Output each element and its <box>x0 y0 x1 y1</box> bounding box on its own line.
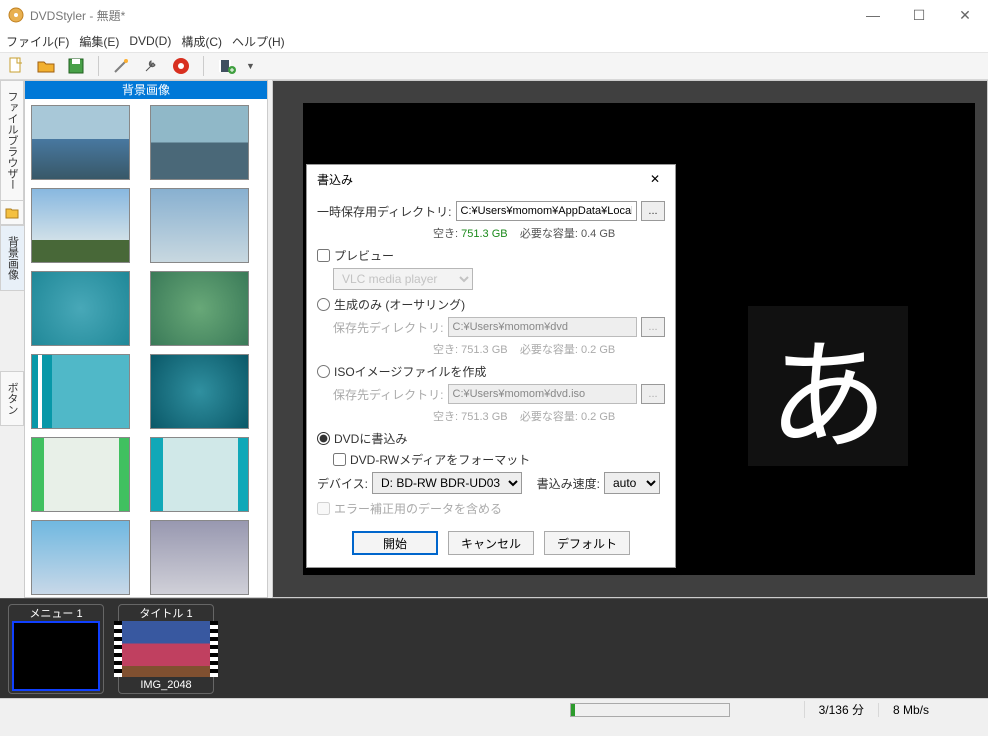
menu-file[interactable]: ファイル(F) <box>6 33 69 50</box>
bg-thumb[interactable] <box>31 520 130 595</box>
default-button[interactable]: デフォルト <box>544 531 630 555</box>
temp-dir-label: 一時保存用ディレクトリ: <box>317 203 452 220</box>
gen-dir-label: 保存先ディレクトリ: <box>333 319 444 336</box>
window-titlebar: DVDStyler - 無題* — ☐ ✕ <box>0 0 988 30</box>
ime-indicator: あ <box>748 306 908 466</box>
time-cell: 3/136 分 <box>804 701 878 718</box>
free-label: 空き: <box>433 411 458 423</box>
dropdown-arrow-icon[interactable]: ▼ <box>246 61 255 71</box>
tools-icon[interactable] <box>141 56 161 76</box>
maximize-button[interactable]: ☐ <box>896 0 942 30</box>
burn-icon[interactable] <box>171 56 191 76</box>
format-label: DVD-RWメディアをフォーマット <box>350 451 530 468</box>
tab-backgrounds[interactable]: 背景画像 <box>0 225 24 291</box>
speed-select[interactable]: auto <box>604 472 660 494</box>
backgrounds-panel: 背景画像 <box>24 80 268 598</box>
browse-button[interactable]: ... <box>641 201 665 221</box>
close-button[interactable]: ✕ <box>942 0 988 30</box>
statusbar: 3/136 分 8 Mb/s <box>0 698 988 720</box>
tab-file-browser[interactable]: ファイルブラウザー <box>0 80 24 201</box>
device-label: デバイス: <box>317 475 368 492</box>
bg-thumb[interactable] <box>31 105 130 180</box>
window-title: DVDStyler - 無題* <box>30 7 125 24</box>
timeline-sublabel: IMG_2048 <box>140 679 191 693</box>
bg-thumb[interactable] <box>150 520 249 595</box>
new-icon[interactable] <box>6 56 26 76</box>
need-value: 0.4 GB <box>581 228 615 240</box>
timeline-label: タイトル 1 <box>139 605 192 619</box>
iso-label: ISOイメージファイルを作成 <box>334 363 486 380</box>
timeline-menu-item[interactable]: メニュー 1 <box>8 604 104 694</box>
dialog-close-button[interactable]: ✕ <box>645 169 665 189</box>
burn-radio[interactable] <box>317 432 330 445</box>
bg-thumb[interactable] <box>150 354 249 429</box>
need-label: 必要な容量: <box>520 344 578 356</box>
free-value: 751.3 GB <box>461 228 507 240</box>
cancel-button[interactable]: キャンセル <box>448 531 534 555</box>
tab-buttons[interactable]: ボタン <box>0 371 24 426</box>
timeline-thumb[interactable] <box>122 621 210 677</box>
wand-icon[interactable] <box>111 56 131 76</box>
need-label: 必要な容量: <box>520 411 578 423</box>
rate-cell: 8 Mb/s <box>878 703 988 717</box>
menu-config[interactable]: 構成(C) <box>181 33 222 50</box>
timeline-label: メニュー 1 <box>29 605 82 619</box>
start-button[interactable]: 開始 <box>352 531 438 555</box>
iso-dir-label: 保存先ディレクトリ: <box>333 386 444 403</box>
timeline[interactable]: メニュー 1 タイトル 1 IMG_2048 <box>0 598 988 698</box>
need-value: 0.2 GB <box>581 411 615 423</box>
bg-thumb[interactable] <box>150 271 249 346</box>
ecc-checkbox <box>317 502 330 515</box>
generate-label: 生成のみ (オーサリング) <box>334 296 465 313</box>
bg-thumb[interactable] <box>150 437 249 512</box>
ecc-label: エラー補正用のデータを含める <box>334 500 502 517</box>
timeline-thumb[interactable] <box>12 621 100 691</box>
temp-dir-input[interactable] <box>456 201 638 221</box>
toolbar-separator <box>203 56 204 76</box>
menubar: ファイル(F) 編集(E) DVD(D) 構成(C) ヘルプ(H) <box>0 30 988 52</box>
device-select[interactable]: D: BD-RW BDR-UD03 <box>372 472 522 494</box>
bg-thumb[interactable] <box>150 105 249 180</box>
need-label: 必要な容量: <box>520 228 578 240</box>
folder-icon[interactable] <box>0 201 24 225</box>
burn-dialog: 書込み ✕ 一時保存用ディレクトリ: ... 空き: 751.3 GB 必要な容… <box>306 164 676 568</box>
toolbar: ▼ <box>0 52 988 80</box>
burn-label: DVDに書込み <box>334 430 407 447</box>
dialog-title: 書込み <box>317 171 353 188</box>
player-select: VLC media player <box>333 268 473 290</box>
timeline-title-item[interactable]: タイトル 1 IMG_2048 <box>118 604 214 694</box>
open-icon[interactable] <box>36 56 56 76</box>
free-value: 751.3 GB <box>461 344 507 356</box>
toolbar-separator <box>98 56 99 76</box>
bg-thumb[interactable] <box>31 188 130 263</box>
preview-label: プレビュー <box>334 247 394 264</box>
free-label: 空き: <box>433 344 458 356</box>
panel-header: 背景画像 <box>25 81 267 99</box>
generate-radio[interactable] <box>317 298 330 311</box>
browse-button: ... <box>641 384 665 404</box>
add-clip-icon[interactable] <box>216 56 236 76</box>
free-label: 空き: <box>433 228 458 240</box>
bg-thumb[interactable] <box>31 437 130 512</box>
menu-help[interactable]: ヘルプ(H) <box>232 33 285 50</box>
iso-radio[interactable] <box>317 365 330 378</box>
bg-thumb[interactable] <box>31 271 130 346</box>
minimize-button[interactable]: — <box>850 0 896 30</box>
menu-edit[interactable]: 編集(E) <box>79 33 119 50</box>
need-value: 0.2 GB <box>581 344 615 356</box>
bg-thumb[interactable] <box>150 188 249 263</box>
preview-checkbox[interactable] <box>317 249 330 262</box>
free-value: 751.3 GB <box>461 411 507 423</box>
browse-button: ... <box>641 317 665 337</box>
iso-dir-input <box>448 384 638 404</box>
format-checkbox[interactable] <box>333 453 346 466</box>
speed-label: 書込み速度: <box>537 475 600 492</box>
bg-thumb[interactable] <box>31 354 130 429</box>
progress-bar <box>570 703 730 717</box>
menu-dvd[interactable]: DVD(D) <box>129 34 171 48</box>
save-icon[interactable] <box>66 56 86 76</box>
gen-dir-input <box>448 317 638 337</box>
app-icon <box>8 7 24 23</box>
